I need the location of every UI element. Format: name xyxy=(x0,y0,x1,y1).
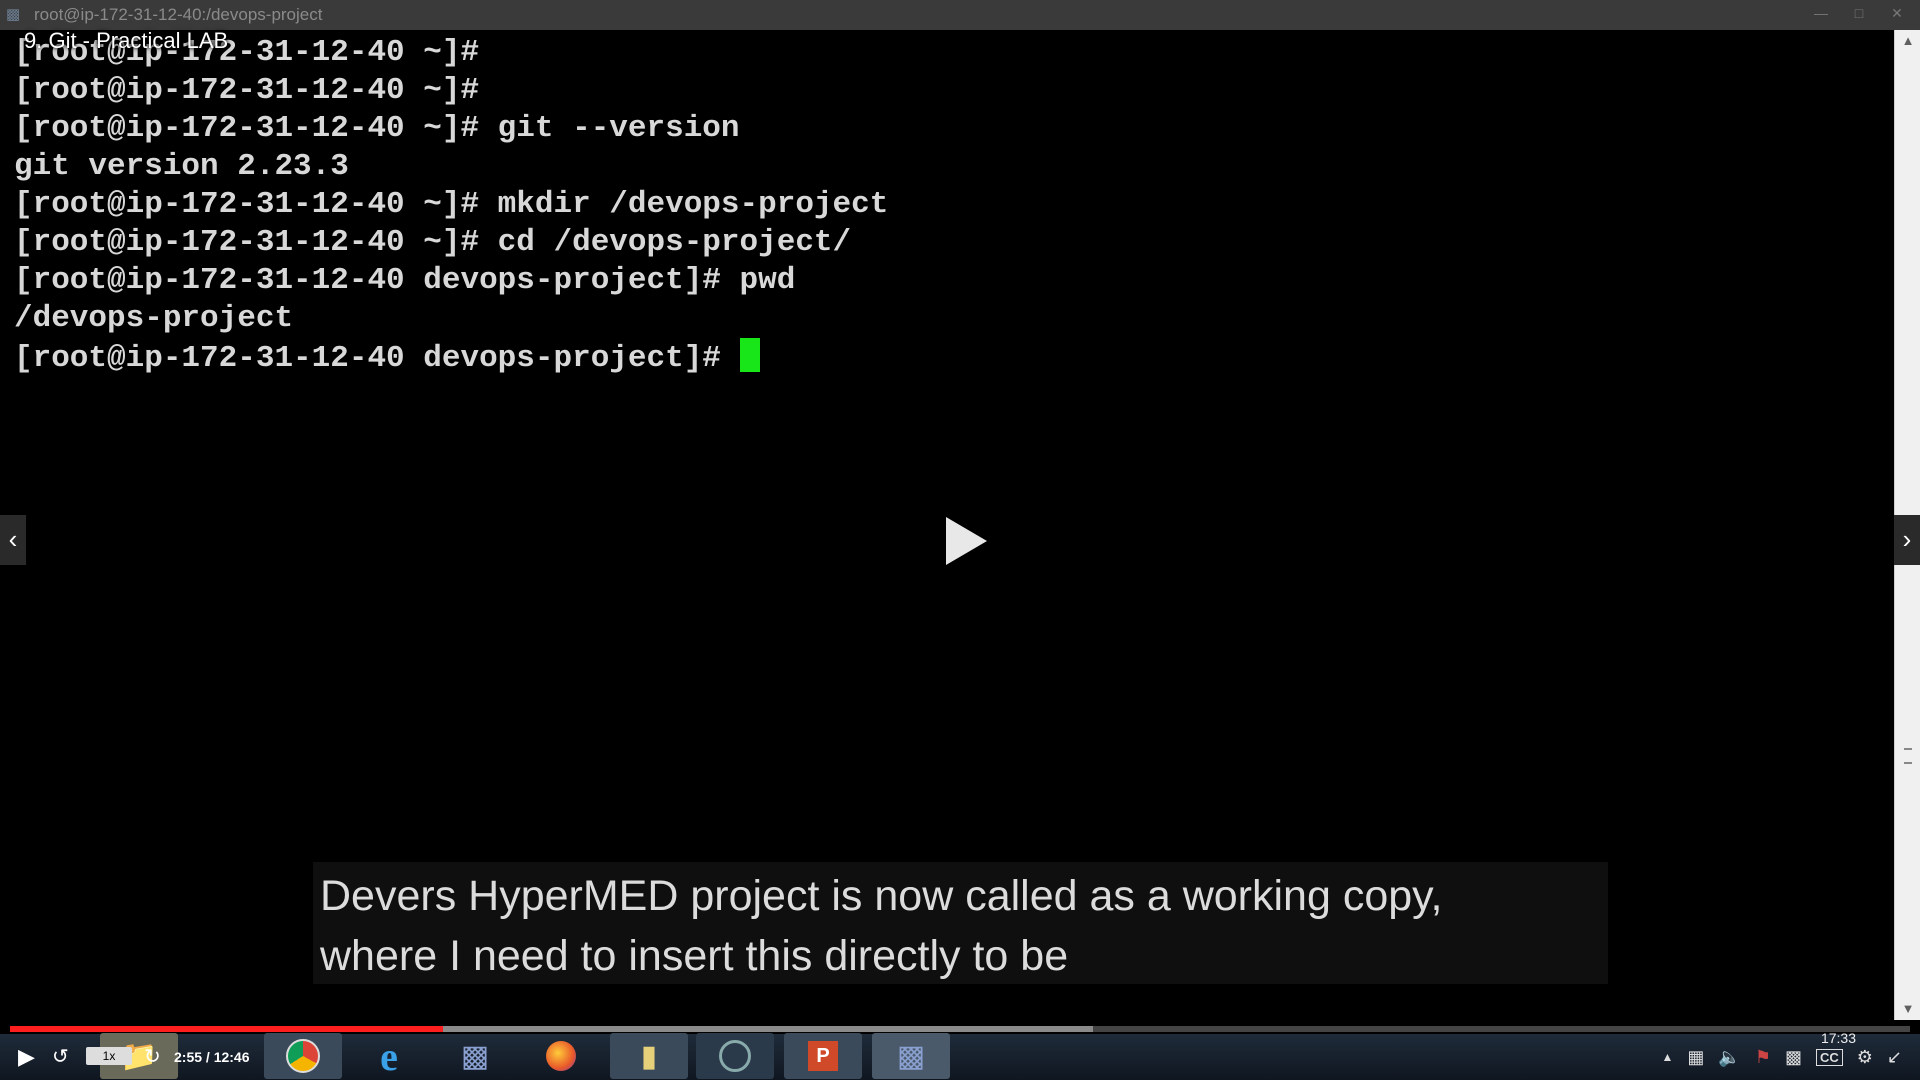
chevron-right-icon[interactable]: › xyxy=(1894,515,1920,565)
terminal-line: /devops-project xyxy=(14,301,294,336)
taskbar-firefox-icon[interactable] xyxy=(522,1033,600,1079)
caption-line: Devers HyperMED project is now called as… xyxy=(320,872,1443,920)
tray-flag-icon[interactable]: ⚑ xyxy=(1755,1047,1771,1068)
tray-expand-icon[interactable]: ▲ xyxy=(1662,1050,1674,1064)
taskbar-chrome-icon[interactable] xyxy=(264,1033,342,1079)
taskbar-powerpoint-icon[interactable]: P xyxy=(784,1033,862,1079)
window-titlebar: ▩ root@ip-172-31-12-40:/devops-project —… xyxy=(0,0,1920,30)
taskbar-ie-icon[interactable]: e xyxy=(350,1033,428,1079)
cc-icon[interactable]: CC xyxy=(1815,1048,1843,1066)
terminal-line: [root@ip-172-31-12-40 ~]# xyxy=(14,73,480,108)
terminal-line: git version 2.23.3 xyxy=(14,149,349,184)
volume-icon[interactable]: 🔈 xyxy=(1718,1047,1740,1068)
close-button[interactable]: ✕ xyxy=(1880,2,1914,24)
reload-icon[interactable]: ↻ xyxy=(144,1044,161,1069)
play-button-icon[interactable]: ▶ xyxy=(18,1044,35,1070)
play-icon[interactable] xyxy=(946,517,987,565)
subtitle-caption: Devers HyperMED project is now called as… xyxy=(313,862,1608,984)
system-tray: ▲ ▦ 🔈 ⚑ ▩ CC ⚙ ↙ xyxy=(1662,1034,1903,1080)
taskbar-putty-icon[interactable]: ▩ xyxy=(436,1033,514,1079)
terminal-line: [root@ip-172-31-12-40 ~]# xyxy=(14,35,480,70)
window-title: root@ip-172-31-12-40:/devops-project xyxy=(34,5,323,24)
taskbar-media-icon[interactable] xyxy=(696,1033,774,1079)
system-clock: 17:33 xyxy=(1820,1030,1856,1046)
minimize-button[interactable]: — xyxy=(1804,2,1838,24)
terminal-line: [root@ip-172-31-12-40 ~]# git --version xyxy=(14,111,740,146)
maximize-button[interactable]: □ xyxy=(1842,2,1876,24)
terminal-prompt-line[interactable]: [root@ip-172-31-12-40 devops-project]# xyxy=(14,338,1880,376)
terminal-line: [root@ip-172-31-12-40 ~]# cd /devops-pro… xyxy=(14,225,852,260)
chevron-left-icon[interactable]: ‹ xyxy=(0,515,26,565)
terminal-line: [root@ip-172-31-12-40 devops-project]# p… xyxy=(14,263,796,298)
video-time-display: 2:55 / 12:46 xyxy=(174,1049,250,1065)
exit-fullscreen-icon[interactable]: ↙ xyxy=(1887,1047,1902,1068)
video-progress-bar[interactable] xyxy=(10,1026,1910,1032)
played-progress xyxy=(10,1026,444,1032)
replay-icon[interactable]: ↺ xyxy=(52,1044,69,1069)
window-controls: — □ ✕ xyxy=(1804,2,1914,24)
playback-speed-button[interactable]: 1x xyxy=(86,1047,132,1065)
terminal-line: [root@ip-172-31-12-40 ~]# mkdir /devops-… xyxy=(14,187,889,222)
terminal-prompt: [root@ip-172-31-12-40 devops-project]# xyxy=(14,341,740,376)
taskbar-putty-active-icon[interactable]: ▩ xyxy=(872,1033,950,1079)
terminal-cursor xyxy=(739,338,760,372)
caption-line: where I need to insert this directly to … xyxy=(320,932,1069,980)
video-title: 9. Git - Practical LAB xyxy=(24,28,229,53)
gear-icon[interactable]: ⚙ xyxy=(1857,1047,1873,1068)
scroll-grip[interactable] xyxy=(1904,748,1912,764)
taskbar-folder-icon[interactable]: ▮ xyxy=(610,1033,688,1079)
putty-icon: ▩ xyxy=(6,6,21,23)
tray-network-icon[interactable]: ▦ xyxy=(1687,1047,1704,1068)
scroll-up-arrow-icon[interactable]: ▲ xyxy=(1895,30,1920,52)
scroll-down-arrow-icon[interactable]: ▼ xyxy=(1895,998,1920,1020)
signal-icon[interactable]: ▩ xyxy=(1785,1047,1802,1068)
